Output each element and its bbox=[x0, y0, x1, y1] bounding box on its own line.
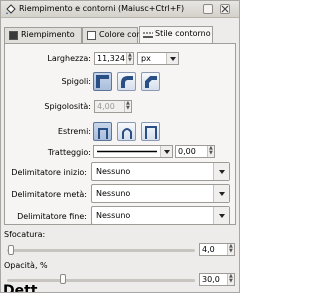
miter-join-button[interactable] bbox=[93, 72, 112, 91]
butt-cap-icon bbox=[98, 128, 108, 139]
end-marker-select[interactable]: Nessuno bbox=[91, 206, 230, 225]
chevron-down-icon bbox=[166, 53, 178, 64]
chevron-down-icon bbox=[213, 163, 229, 180]
stroke-paint-icon bbox=[87, 31, 96, 40]
tab-stroke-style[interactable]: Stile contorno bbox=[139, 26, 213, 44]
tab-stroke-style-label: Stile contorno bbox=[155, 29, 211, 38]
butt-cap-button[interactable] bbox=[93, 122, 112, 141]
round-cap-icon bbox=[122, 128, 132, 139]
tab-fill[interactable]: Riempimento bbox=[4, 27, 82, 43]
square-cap-icon bbox=[145, 126, 157, 139]
solid-line-icon bbox=[97, 150, 157, 153]
cap-label: Estremi: bbox=[57, 127, 91, 136]
blur-slider-handle[interactable] bbox=[7, 245, 14, 255]
mid-marker-label: Delimitatore metà: bbox=[11, 190, 87, 199]
bevel-join-button[interactable] bbox=[141, 72, 160, 91]
width-input[interactable]: 11,324 ▲ ▼ bbox=[94, 52, 134, 65]
minimize-button[interactable] bbox=[203, 4, 213, 14]
close-icon bbox=[221, 5, 229, 13]
width-label: Larghezza: bbox=[47, 54, 91, 63]
dashes-label: Tratteggio: bbox=[47, 148, 91, 157]
stroke-style-panel: Larghezza: 11,324 ▲ ▼ px Spigoli: Spigolo… bbox=[4, 43, 236, 225]
square-cap-button[interactable] bbox=[141, 122, 160, 141]
round-join-icon bbox=[121, 76, 133, 88]
close-button[interactable] bbox=[220, 4, 230, 14]
chevron-down-icon bbox=[213, 207, 229, 224]
title-bar[interactable]: Riempimento e contorni (Maiusc+Ctrl+F) bbox=[1, 1, 239, 18]
blur-label: Sfocatura: bbox=[4, 230, 46, 239]
join-label: Spigoli: bbox=[61, 77, 92, 86]
tab-stroke-paint[interactable]: Colore contorno bbox=[82, 27, 163, 43]
start-marker-select[interactable]: Nessuno bbox=[91, 162, 230, 181]
fill-stroke-dialog: Riempimento e contorni (Maiusc+Ctrl+F) R… bbox=[0, 0, 240, 293]
fill-icon bbox=[9, 31, 18, 40]
miter-limit-spinner[interactable]: ▲ ▼ bbox=[124, 101, 131, 112]
dash-offset-input[interactable]: 0,00 ▲ ▼ bbox=[175, 145, 215, 158]
dash-pattern-select[interactable] bbox=[93, 145, 173, 158]
opacity-label: Opacità, % bbox=[4, 261, 48, 270]
tab-fill-label: Riempimento bbox=[21, 30, 75, 39]
blur-input[interactable]: 4,0 ▲ ▼ bbox=[199, 243, 235, 256]
round-join-button[interactable] bbox=[117, 72, 136, 91]
window-title: Riempimento e contorni (Maiusc+Ctrl+F) bbox=[19, 4, 185, 13]
unit-select[interactable]: px bbox=[137, 52, 179, 65]
opacity-slider[interactable] bbox=[7, 279, 195, 282]
miter-join-icon bbox=[96, 75, 109, 88]
dash-offset-spinner[interactable]: ▲ ▼ bbox=[207, 146, 214, 157]
blur-slider[interactable] bbox=[7, 249, 195, 252]
width-spinner[interactable]: ▲ ▼ bbox=[126, 53, 133, 64]
miter-limit-label: Spigolosità: bbox=[44, 102, 91, 111]
chevron-down-icon bbox=[160, 146, 172, 157]
paint-bucket-icon bbox=[6, 4, 16, 14]
blur-spinner[interactable]: ▲ ▼ bbox=[227, 244, 234, 255]
start-marker-label: Delimitatore inizio: bbox=[11, 168, 87, 177]
footer-text: Dett... bbox=[3, 283, 54, 293]
miter-limit-input[interactable]: 4,00 ▲ ▼ bbox=[94, 100, 132, 113]
end-marker-label: Delimitatore fine: bbox=[17, 212, 87, 221]
mid-marker-select[interactable]: Nessuno bbox=[91, 184, 230, 203]
stroke-style-icon bbox=[143, 32, 153, 38]
bevel-join-icon bbox=[145, 76, 157, 88]
clipped-footer: Dett... bbox=[3, 283, 239, 293]
round-cap-button[interactable] bbox=[117, 122, 136, 141]
chevron-down-icon bbox=[213, 185, 229, 202]
